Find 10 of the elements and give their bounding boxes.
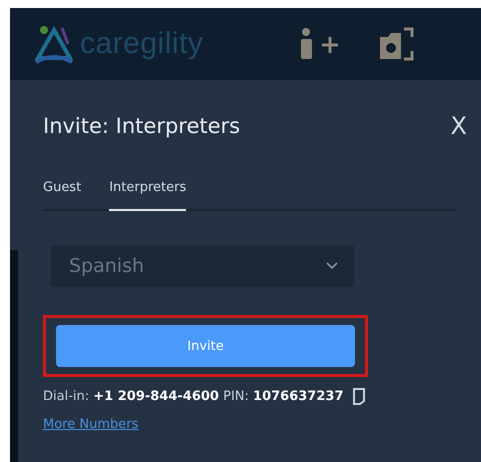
panel-title: Invite: Interpreters (43, 114, 240, 138)
logo-text: caregility (80, 27, 204, 61)
chevron-icon (326, 262, 338, 270)
dial-in-text: Dial-in: +1 209-844-4600 PIN: 1076637237 (43, 388, 344, 404)
tab[interactable]: Guest (43, 180, 82, 211)
copy-icon[interactable] (352, 387, 366, 405)
more-numbers-link[interactable]: More Numbers (43, 417, 138, 432)
close-button[interactable]: X (450, 112, 467, 140)
add-person-icon[interactable] (298, 27, 340, 61)
tab[interactable]: Interpreters (109, 180, 186, 211)
